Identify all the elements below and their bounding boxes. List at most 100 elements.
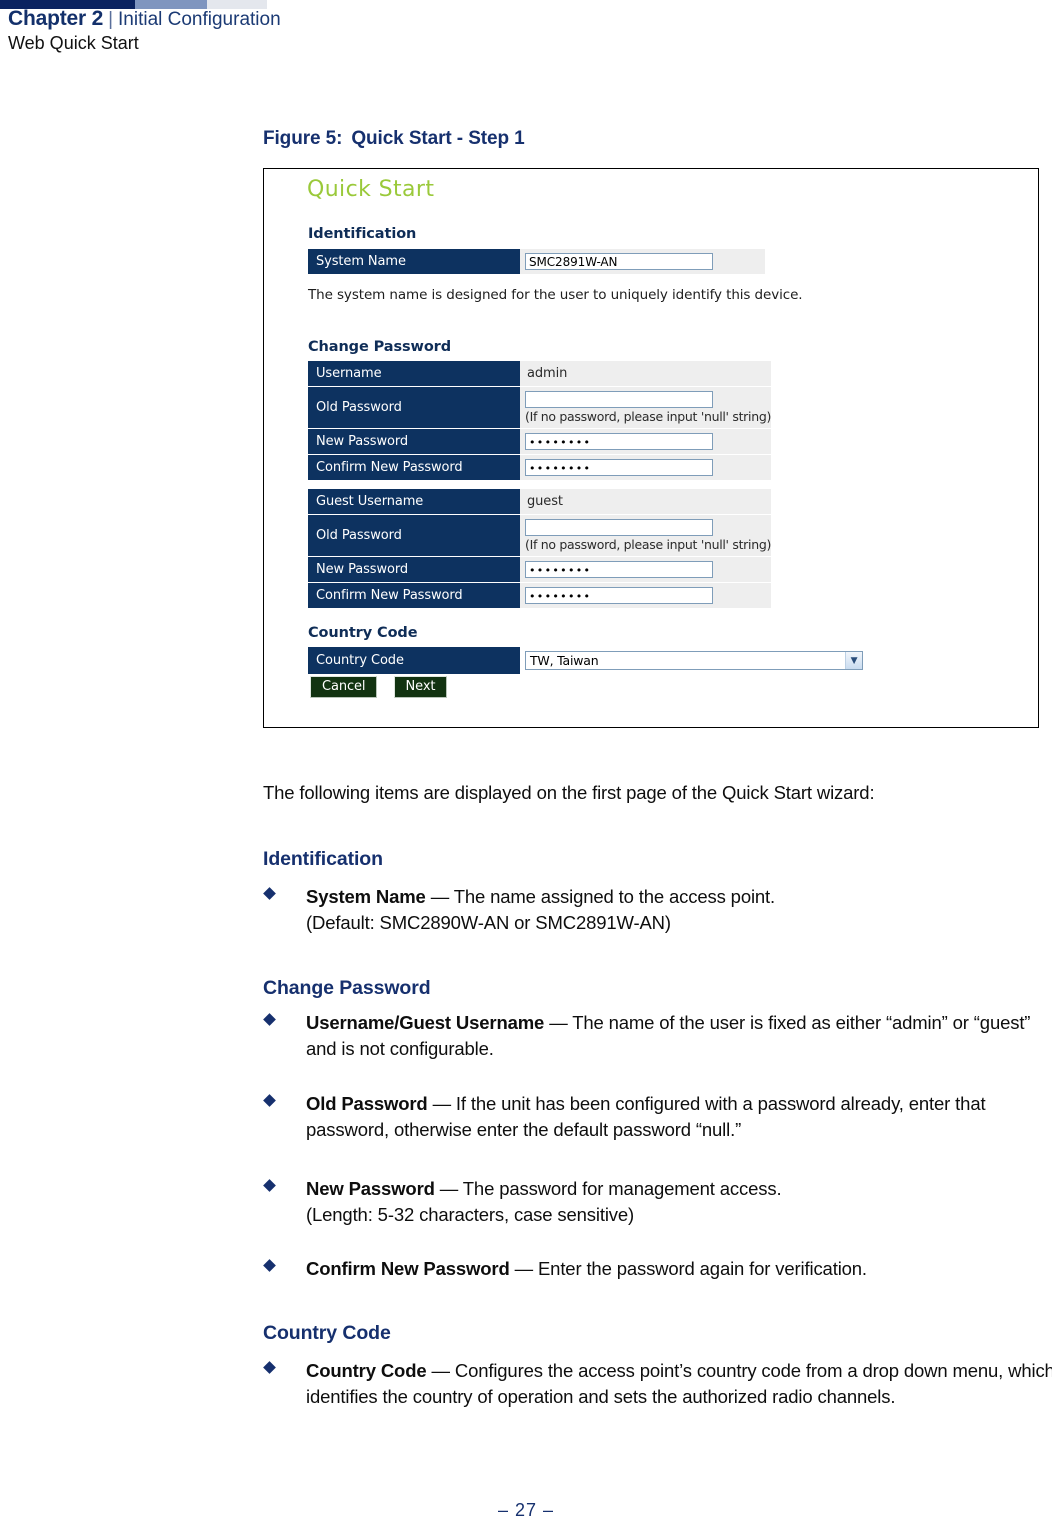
table-row: Old Password (If no password, please inp… (308, 386, 772, 429)
list-item-term: Username/Guest Username (306, 1012, 545, 1033)
admin-password-table: Username admin Old Password (If no passw… (308, 361, 771, 481)
table-row: Old Password (If no password, please inp… (308, 514, 772, 557)
guest-username-value: guest (527, 494, 563, 509)
row-label-confirm-new-password: Confirm New Password (308, 454, 520, 481)
row-value-guest-old-password: (If no password, please input 'null' str… (520, 514, 772, 557)
guest-password-table: Guest Username guest Old Password (If no… (308, 489, 771, 609)
row-value-country-code: TW, Taiwan ▼ (520, 647, 885, 675)
row-value-new-password: •••••••• (520, 428, 772, 455)
admin-old-password-input[interactable] (525, 391, 713, 408)
chevron-down-icon[interactable]: ▼ (845, 652, 862, 669)
row-value-guest-new-password: •••••••• (520, 556, 772, 583)
row-label-old-password: Old Password (308, 386, 520, 429)
list-item-term: Confirm New Password (306, 1258, 510, 1279)
admin-new-password-input[interactable]: •••••••• (525, 433, 713, 450)
list-item-extra: (Length: 5-32 characters, case sensitive… (306, 1204, 635, 1225)
list-item: Confirm New Password — Enter the passwor… (263, 1256, 1052, 1282)
header-separator: | (108, 9, 113, 30)
cancel-button[interactable]: Cancel (310, 676, 378, 698)
row-label-guest-confirm-new-password: Confirm New Password (308, 582, 520, 609)
list-item-dash: — (427, 1093, 456, 1114)
list-item-dash: — (544, 1012, 573, 1033)
figure-number: Figure 5: (263, 128, 343, 149)
page-number: – 27 – (497, 1500, 555, 1520)
list-item-dash: — (426, 1360, 455, 1381)
admin-confirm-password-input[interactable]: •••••••• (525, 459, 713, 476)
list-item-desc: The password for management access. (462, 1178, 782, 1199)
figure-caption: Figure 5: Quick Start - Step 1 (263, 128, 525, 150)
row-label-guest-new-password: New Password (308, 556, 520, 583)
screenshot-button-row: Cancel Next (310, 675, 458, 698)
system-name-input[interactable]: SMC2891W-AN (525, 253, 713, 270)
row-value-guest-username: guest (520, 489, 772, 515)
next-button[interactable]: Next (393, 676, 448, 698)
guest-old-password-note: (If no password, please input 'null' str… (525, 537, 772, 552)
intro-paragraph: The following items are displayed on the… (263, 782, 875, 803)
list-item-term: Old Password (306, 1093, 428, 1114)
table-row: New Password •••••••• (308, 428, 772, 455)
figure-title: Quick Start - Step 1 (351, 128, 525, 149)
list-item-text: Country Code — Configures the access poi… (265, 1358, 1052, 1410)
admin-old-password-note: (If no password, please input 'null' str… (525, 409, 772, 424)
row-value-username: admin (520, 361, 772, 387)
identification-table: System Name SMC2891W-AN (308, 249, 765, 275)
row-label-username: Username (308, 361, 520, 387)
list-item: Username/Guest Username — The name of th… (263, 1010, 1052, 1062)
list-item-term: Country Code (306, 1360, 427, 1381)
chapter-label: Chapter 2 (8, 7, 104, 30)
figure-screenshot: Quick Start Identification System Name S… (263, 168, 1039, 728)
row-value-guest-confirm-new-password: •••••••• (520, 582, 772, 609)
list-item-text: Old Password — If the unit has been conf… (265, 1091, 1052, 1143)
list-item-dash: — (434, 1178, 463, 1199)
identification-heading: Identification (308, 226, 417, 242)
change-password-heading: Change Password (308, 339, 452, 355)
quick-start-title: Quick Start (307, 177, 435, 202)
running-header: Chapter 2 | Initial Configuration (8, 7, 281, 31)
country-code-selected-value: TW, Taiwan (530, 653, 599, 668)
list-item: New Password — The password for manageme… (263, 1176, 1052, 1228)
table-row: New Password •••••••• (308, 556, 772, 583)
list-item-text: Username/Guest Username — The name of th… (265, 1010, 1052, 1062)
band-segment-rest (267, 0, 1052, 9)
table-row: Guest Username guest (308, 489, 772, 515)
list-item-term: System Name (306, 886, 426, 907)
list-item-dash: — (425, 886, 454, 907)
list-item-desc: Enter the password again for verificatio… (537, 1258, 867, 1279)
row-value-system-name: SMC2891W-AN (520, 249, 765, 275)
list-item-extra: (Default: SMC2890W-AN or SMC2891W-AN) (306, 912, 671, 933)
guest-new-password-input[interactable]: •••••••• (525, 561, 713, 578)
guest-confirm-password-input[interactable]: •••••••• (525, 587, 713, 604)
list-item: Country Code — Configures the access poi… (263, 1358, 1052, 1410)
list-item-text: New Password — The password for manageme… (265, 1176, 1052, 1228)
country-code-table: Country Code TW, Taiwan ▼ (308, 647, 885, 675)
row-label-system-name: System Name (308, 249, 520, 275)
row-label-new-password: New Password (308, 428, 520, 455)
table-row: Country Code TW, Taiwan ▼ (308, 647, 885, 675)
row-label-country-code: Country Code (308, 647, 520, 675)
row-label-guest-username: Guest Username (308, 489, 520, 515)
row-value-old-password: (If no password, please input 'null' str… (520, 386, 772, 429)
username-value: admin (527, 366, 568, 381)
list-item-term: New Password (306, 1178, 435, 1199)
running-subheader: Web Quick Start (8, 33, 139, 53)
list-item: Old Password — If the unit has been conf… (263, 1091, 1052, 1143)
country-code-heading: Country Code (308, 625, 418, 641)
list-item: System Name — The name assigned to the a… (263, 884, 1052, 936)
table-row: Confirm New Password •••••••• (308, 582, 772, 609)
row-label-guest-old-password: Old Password (308, 514, 520, 557)
table-row: Confirm New Password •••••••• (308, 454, 772, 481)
list-item-desc: The name assigned to the access point. (453, 886, 776, 907)
country-code-select[interactable]: TW, Taiwan ▼ (525, 651, 863, 670)
table-row: Username admin (308, 361, 772, 387)
list-item-text: Confirm New Password — Enter the passwor… (265, 1256, 1052, 1282)
section-heading-identification: Identification (263, 848, 383, 870)
table-row: System Name SMC2891W-AN (308, 249, 765, 275)
list-item-text: System Name — The name assigned to the a… (265, 884, 1052, 936)
system-name-helper-text: The system name is designed for the user… (308, 287, 803, 303)
list-item-dash: — (509, 1258, 538, 1279)
row-value-confirm-new-password: •••••••• (520, 454, 772, 481)
section-heading-country-code: Country Code (263, 1322, 391, 1344)
chapter-title: Initial Configuration (118, 9, 281, 30)
guest-old-password-input[interactable] (525, 519, 713, 536)
section-heading-change-password: Change Password (263, 977, 431, 999)
